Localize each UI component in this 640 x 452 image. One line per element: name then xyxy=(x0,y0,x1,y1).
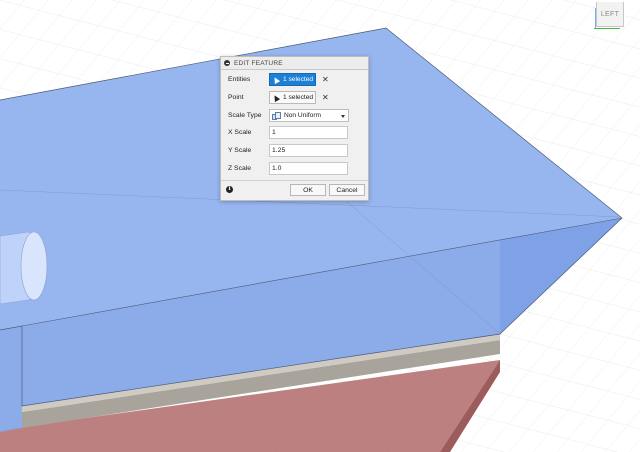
x-scale-row: X Scale 1 xyxy=(221,126,368,140)
dialog-header[interactable]: EDIT FEATURE xyxy=(221,57,368,70)
cursor-arrow-icon xyxy=(271,93,281,102)
entities-row: Entities 1 selected ✕ xyxy=(221,73,368,87)
scale-type-value: Non Uniform xyxy=(284,112,322,119)
z-scale-label: Z Scale xyxy=(228,165,252,172)
x-scale-label: X Scale xyxy=(228,129,252,136)
point-selection-button[interactable]: 1 selected xyxy=(269,91,316,104)
entities-clear-icon[interactable]: ✕ xyxy=(322,75,329,84)
cylinder-end-face[interactable] xyxy=(20,231,48,301)
cursor-arrow-icon xyxy=(271,75,281,84)
dialog-footer: i OK Cancel xyxy=(221,180,368,201)
point-clear-icon[interactable]: ✕ xyxy=(322,93,329,102)
ok-button[interactable]: OK xyxy=(290,184,326,196)
y-scale-label: Y Scale xyxy=(228,147,252,154)
entities-label: Entities xyxy=(228,76,251,83)
chevron-down-icon xyxy=(341,115,345,118)
point-selection-value: 1 selected xyxy=(283,94,314,101)
cancel-button[interactable]: Cancel xyxy=(329,184,365,196)
point-label: Point xyxy=(228,94,244,101)
scale-type-dropdown[interactable]: Non Uniform xyxy=(269,109,349,122)
scale-type-label: Scale Type xyxy=(228,112,262,119)
entities-selection-value: 1 selected xyxy=(283,76,314,83)
edit-feature-dialog: EDIT FEATURE Entities 1 selected ✕ Point… xyxy=(220,56,369,201)
point-row: Point 1 selected ✕ xyxy=(221,91,368,105)
view-cube[interactable]: LEFT xyxy=(590,0,626,34)
z-scale-row: Z Scale 1.0 xyxy=(221,162,368,176)
non-uniform-scale-icon xyxy=(272,111,281,120)
y-scale-input[interactable]: 1.25 xyxy=(269,144,348,157)
z-scale-input[interactable]: 1.0 xyxy=(269,162,348,175)
view-cube-face-label[interactable]: LEFT xyxy=(596,2,624,27)
entities-selection-button[interactable]: 1 selected xyxy=(269,73,316,86)
dialog-title: EDIT FEATURE xyxy=(234,59,283,67)
info-icon[interactable]: i xyxy=(226,186,233,193)
scale-type-row: Scale Type Non Uniform xyxy=(221,109,368,123)
view-cube-y-axis xyxy=(594,28,620,29)
collapse-icon[interactable] xyxy=(224,60,230,66)
x-scale-input[interactable]: 1 xyxy=(269,126,348,139)
y-scale-row: Y Scale 1.25 xyxy=(221,144,368,158)
